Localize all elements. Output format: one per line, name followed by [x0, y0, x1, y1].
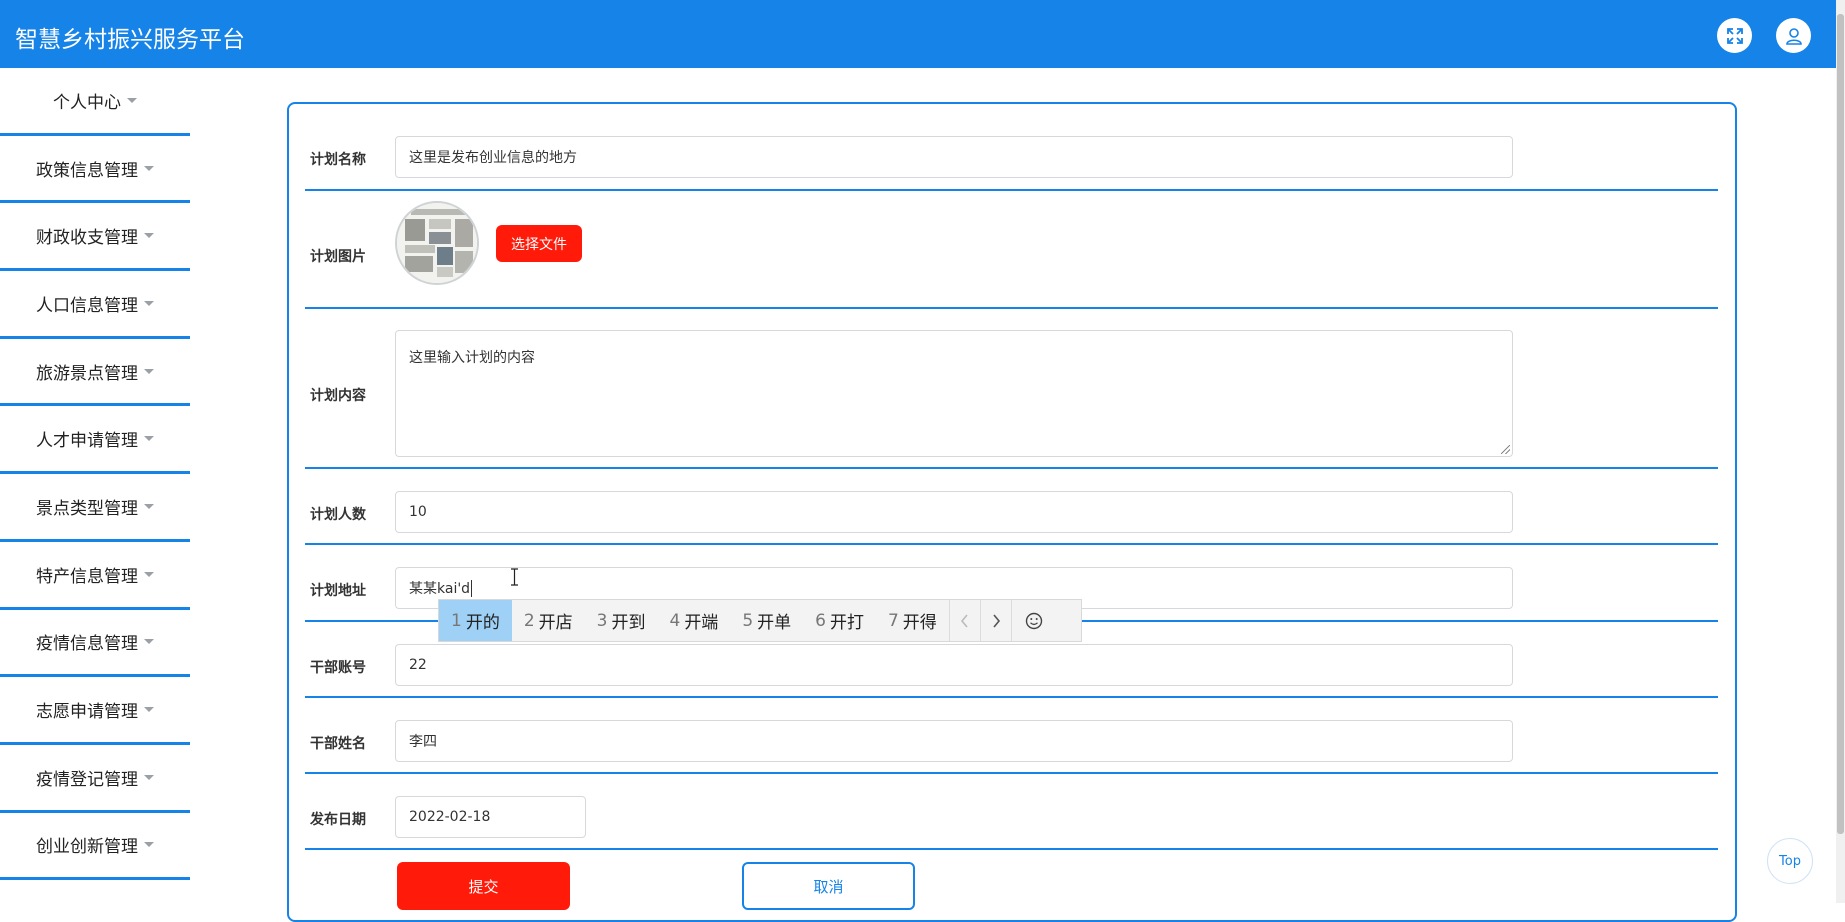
plan-count-input[interactable]: 10 [395, 491, 1513, 533]
caret-down-icon [144, 842, 154, 848]
text-caret [471, 579, 473, 597]
ime-emoji-button[interactable] [1010, 600, 1057, 641]
ime-candidate[interactable]: 6 开打 [803, 600, 876, 641]
plan-address-text: 某某kai'd [409, 581, 471, 597]
sidebar-item-innovation[interactable]: 创业创新管理 [0, 813, 190, 881]
sidebar-item-label: 人口信息管理 [36, 295, 138, 316]
caret-down-icon [144, 368, 154, 374]
plan-name-input[interactable]: 这里是发布创业信息的地方 [395, 136, 1513, 178]
ime-candidate[interactable]: 2 开店 [512, 600, 585, 641]
sidebar-item-personal-center[interactable]: 个人中心 [0, 68, 190, 136]
ime-candidate[interactable]: 7 开得 [876, 600, 949, 641]
form-row-plan-content: 计划内容 这里输入计划的内容 [305, 309, 1718, 469]
caret-down-icon [127, 97, 137, 103]
back-to-top-button[interactable]: Top [1767, 838, 1813, 884]
plan-image-label: 计划图片 [310, 249, 366, 265]
sidebar-item-specialty[interactable]: 特产信息管理 [0, 542, 190, 610]
fullscreen-button[interactable] [1717, 18, 1752, 53]
ime-candidate[interactable]: 1 开的 [439, 600, 512, 641]
sidebar-item-epidemic-info[interactable]: 疫情信息管理 [0, 610, 190, 678]
ime-candidate[interactable]: 4 开端 [657, 600, 730, 641]
top-bar: 智慧乡村振兴服务平台 [0, 0, 1836, 68]
plan-address-label: 计划地址 [310, 583, 366, 599]
ime-next-page-button[interactable] [979, 600, 1011, 641]
cadre-name-input[interactable]: 李四 [395, 720, 1513, 762]
sidebar-item-scenic-type[interactable]: 景点类型管理 [0, 474, 190, 542]
caret-down-icon [144, 503, 154, 509]
sidebar-item-label: 疫情信息管理 [36, 634, 138, 655]
caret-down-icon [144, 774, 154, 780]
chevron-right-icon [993, 613, 1000, 628]
sidebar-item-finance[interactable]: 财政收支管理 [0, 203, 190, 272]
user-icon [1785, 27, 1802, 45]
cadre-account-label: 干部账号 [310, 660, 366, 676]
sidebar-item-talent[interactable]: 人才申请管理 [0, 406, 190, 475]
sidebar-item-label: 人才申请管理 [36, 431, 138, 452]
scrollbar-thumb[interactable] [1837, 14, 1844, 834]
sidebar-item-label: 个人中心 [53, 92, 121, 113]
sidebar-item-epidemic-register[interactable]: 疫情登记管理 [0, 745, 190, 813]
app-title: 智慧乡村振兴服务平台 [15, 27, 245, 53]
plan-count-label: 计划人数 [310, 507, 366, 523]
caret-down-icon [144, 233, 154, 239]
ime-candidate[interactable]: 5 开单 [730, 600, 803, 641]
publish-date-input[interactable]: 2022-02-18 [395, 796, 586, 838]
sidebar-item-label: 财政收支管理 [36, 228, 138, 249]
cadre-account-input[interactable]: 22 [395, 644, 1513, 686]
sidebar-item-label: 创业创新管理 [36, 837, 138, 858]
sidebar-item-label: 景点类型管理 [36, 498, 138, 519]
sidebar: 个人中心 政策信息管理 财政收支管理 人口信息管理 旅游景点管理 人才申请管理 … [0, 68, 190, 881]
plan-image-thumbnail [395, 201, 479, 285]
sidebar-item-label: 政策信息管理 [36, 160, 138, 181]
plan-content-text: 这里输入计划的内容 [409, 350, 535, 366]
sidebar-item-label: 旅游景点管理 [36, 363, 138, 384]
sidebar-item-label: 特产信息管理 [36, 566, 138, 587]
caret-down-icon [144, 639, 154, 645]
sidebar-item-population[interactable]: 人口信息管理 [0, 271, 190, 339]
chevron-left-icon [960, 613, 968, 628]
caret-down-icon [144, 300, 154, 306]
sidebar-item-tourism[interactable]: 旅游景点管理 [0, 339, 190, 407]
text-cursor-icon [511, 568, 518, 586]
ime-prev-page-button[interactable] [948, 600, 980, 641]
caret-down-icon [144, 436, 154, 442]
form-row-cadre-name: 干部姓名 李四 [305, 698, 1718, 774]
form-row-plan-image: 计划图片 选择文件 [305, 191, 1718, 309]
cadre-name-label: 干部姓名 [310, 736, 366, 752]
plan-content-label: 计划内容 [310, 388, 366, 404]
choose-file-button[interactable]: 选择文件 [496, 225, 582, 262]
resize-grip-icon[interactable] [1501, 445, 1510, 454]
ime-candidate-bar: 1 开的 2 开店 3 开到 4 开端 5 开单 6 开打 7 开得 [438, 599, 1082, 642]
plan-name-label: 计划名称 [310, 152, 366, 168]
newspaper-image-icon [397, 203, 477, 283]
sidebar-item-label: 疫情登记管理 [36, 769, 138, 790]
ime-candidate[interactable]: 3 开到 [585, 600, 658, 641]
fullscreen-icon [1726, 27, 1743, 44]
plan-content-textarea[interactable]: 这里输入计划的内容 [395, 330, 1513, 457]
caret-down-icon [144, 707, 154, 713]
emoji-icon [1026, 612, 1043, 629]
form-row-publish-date: 发布日期 2022-02-18 [305, 774, 1718, 850]
publish-date-label: 发布日期 [310, 812, 366, 828]
caret-down-icon [144, 571, 154, 577]
sidebar-item-label: 志愿申请管理 [36, 702, 138, 723]
caret-down-icon [144, 165, 154, 171]
user-button[interactable] [1776, 18, 1811, 53]
page-scrollbar[interactable] [1836, 0, 1845, 903]
sidebar-item-volunteer[interactable]: 志愿申请管理 [0, 677, 190, 745]
form-row-plan-name: 计划名称 这里是发布创业信息的地方 [305, 128, 1718, 191]
form-row-plan-count: 计划人数 10 [305, 469, 1718, 545]
sidebar-item-policy[interactable]: 政策信息管理 [0, 136, 190, 204]
